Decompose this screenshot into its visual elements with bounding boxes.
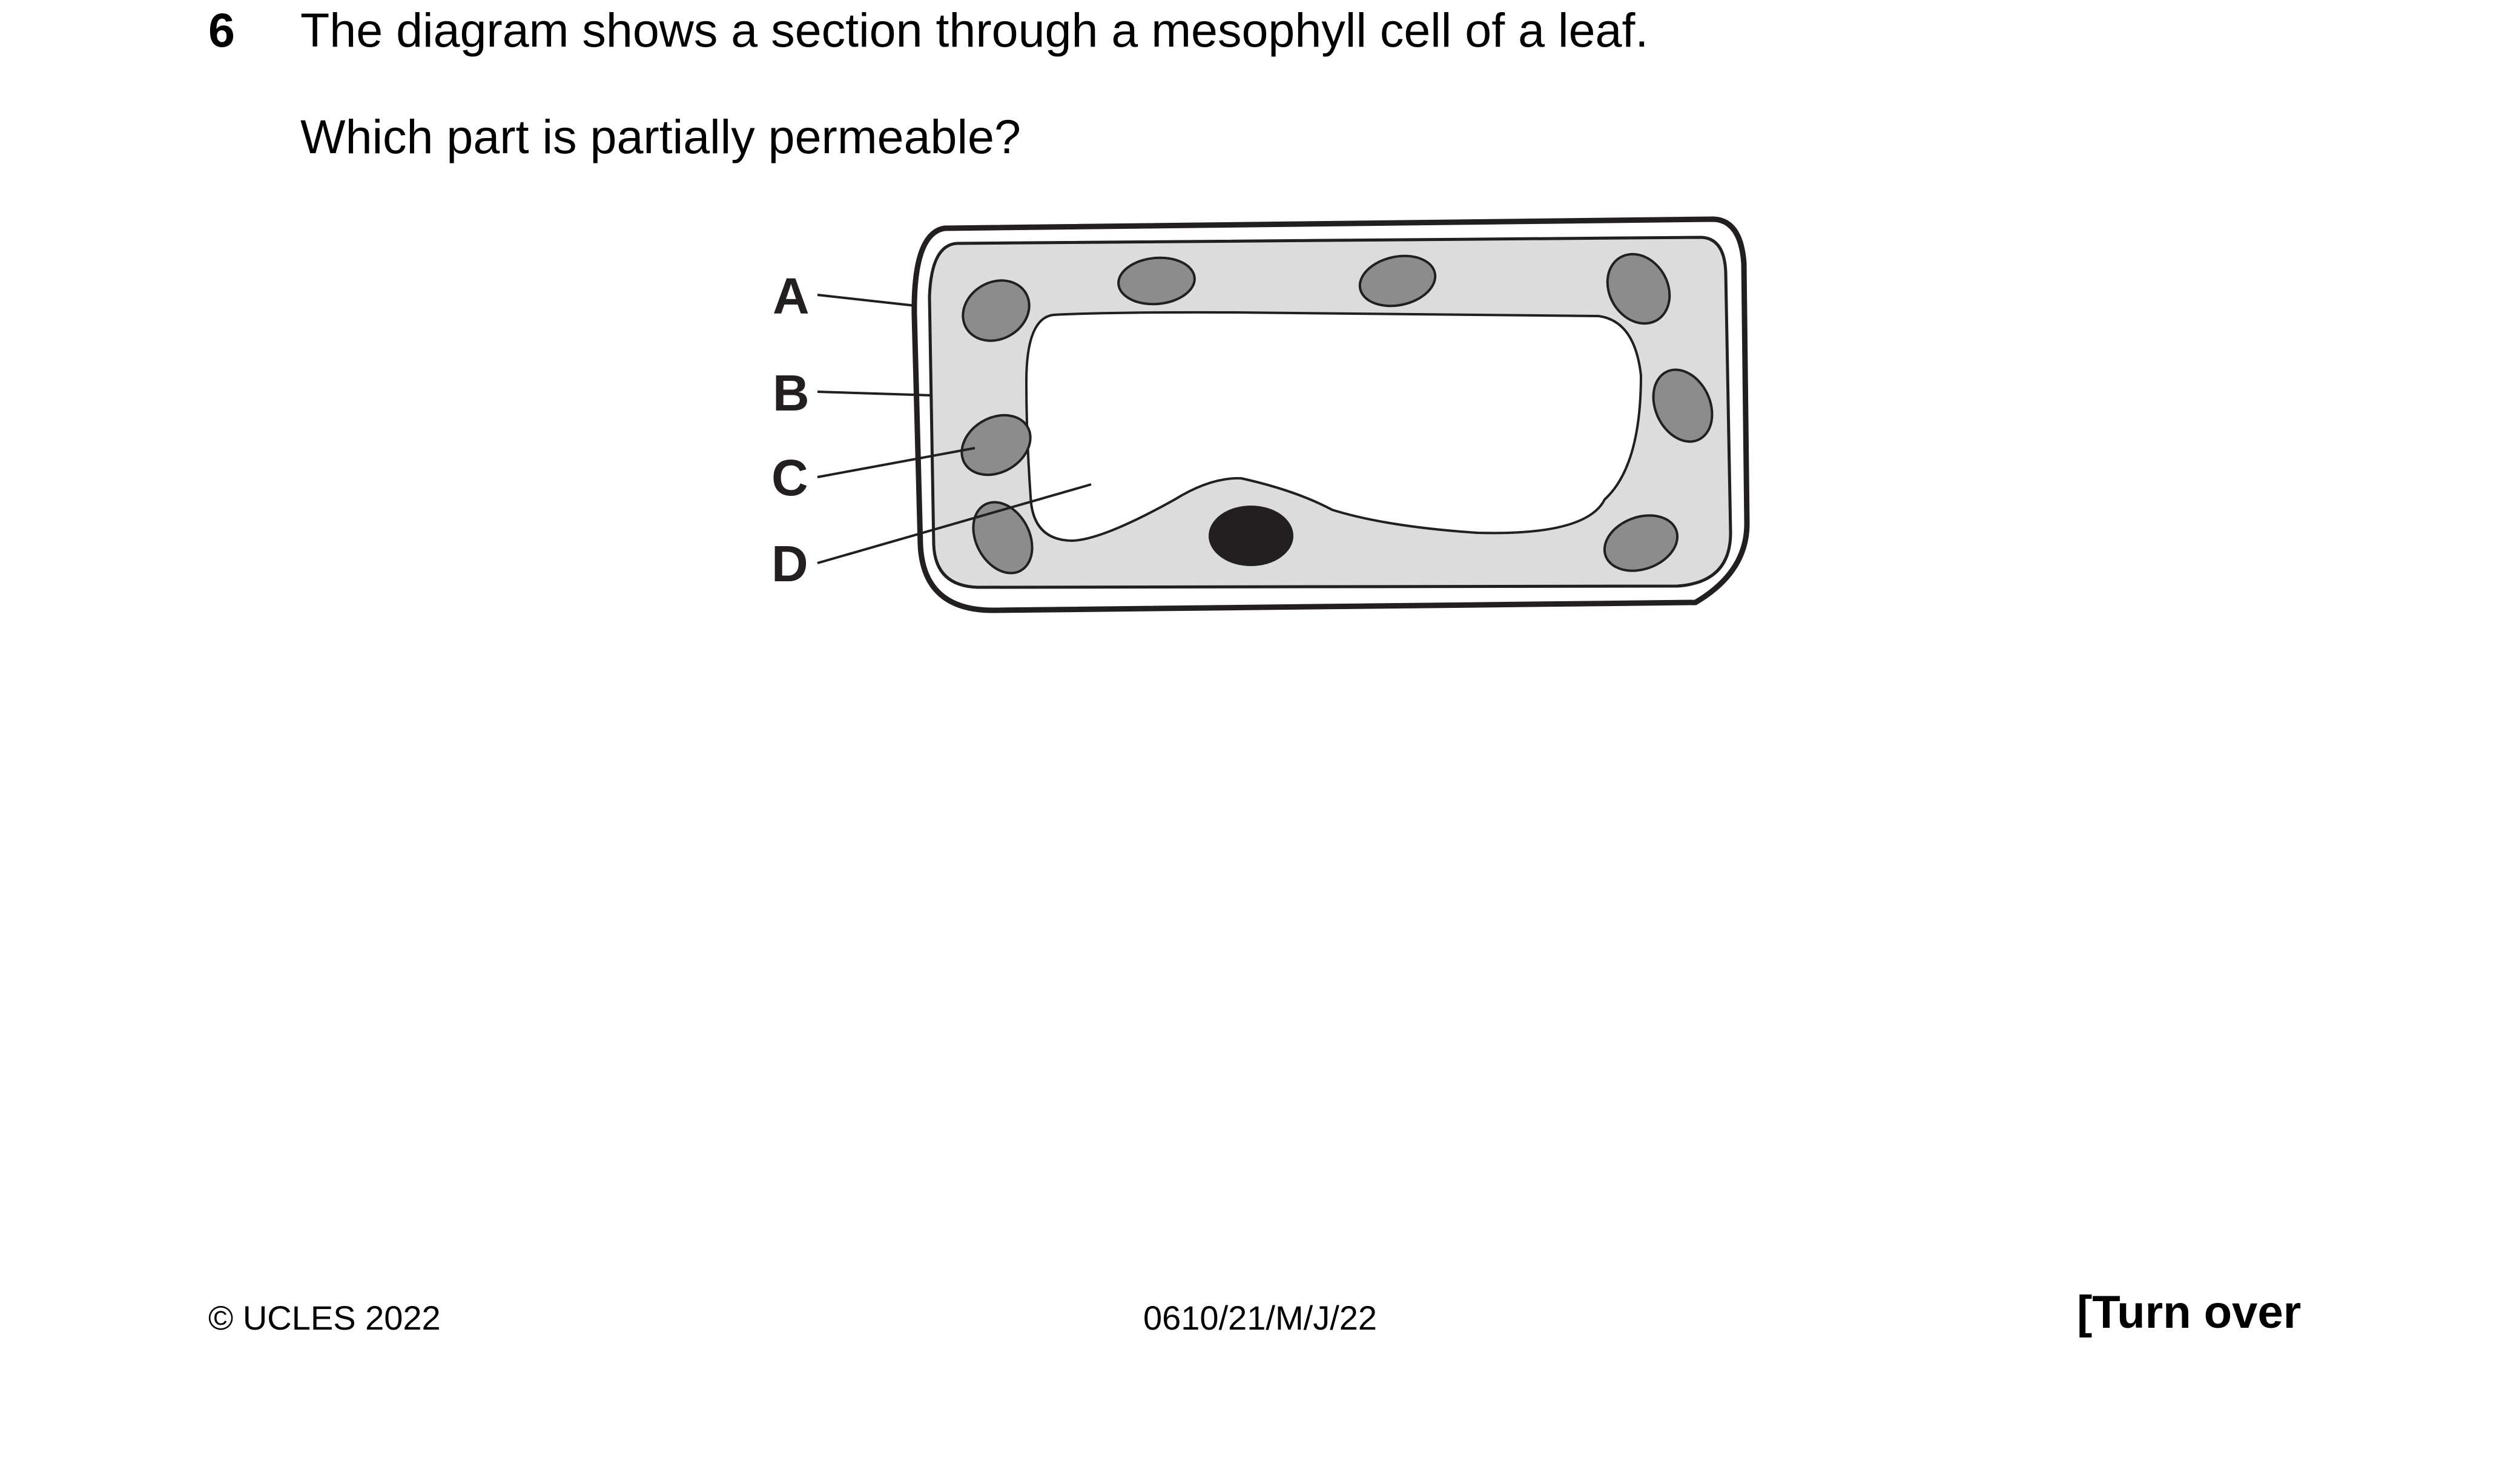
footer-turn-over: [Turn over	[2077, 1287, 2302, 1338]
leader-line-a	[817, 294, 916, 307]
question-number: 6	[208, 3, 235, 57]
label-a: A	[773, 268, 810, 325]
nucleus	[1209, 506, 1293, 566]
footer-copyright: © UCLES 2022	[208, 1299, 441, 1337]
footer-paper-code: 0610/21/M/J/22	[1143, 1299, 1378, 1337]
vacuole	[1025, 311, 1643, 542]
mesophyll-cell-diagram: A B C D	[771, 216, 1750, 613]
label-c: C	[771, 449, 808, 506]
label-d: D	[771, 535, 808, 592]
question-stem: The diagram shows a section through a me…	[300, 3, 1649, 57]
label-b: B	[773, 364, 810, 421]
question-prompt: Which part is partially permeable?	[300, 110, 1021, 163]
